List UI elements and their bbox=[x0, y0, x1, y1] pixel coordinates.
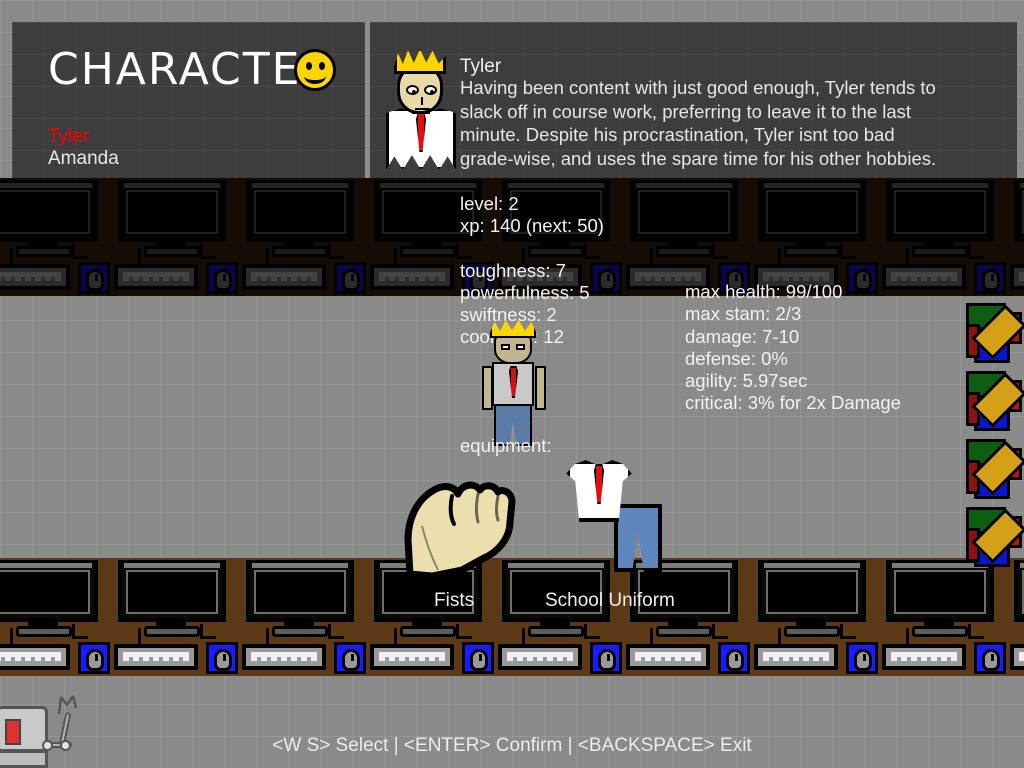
mouse-icon bbox=[470, 649, 488, 671]
mouse-icon bbox=[342, 649, 360, 671]
mousepad bbox=[590, 642, 622, 674]
page-title: CHARACTER bbox=[48, 44, 334, 95]
stat-powerfulness: powerfulness: 5 bbox=[460, 281, 590, 303]
mouse-icon bbox=[982, 649, 1000, 671]
monitor-base bbox=[144, 626, 200, 637]
mouse-icon bbox=[86, 269, 104, 291]
monitor-icon bbox=[246, 180, 354, 242]
stat-max-health: max health: 99/100 bbox=[685, 281, 843, 302]
monitor-base bbox=[400, 626, 456, 637]
keyboard-icon bbox=[498, 644, 582, 670]
smiley-face-icon bbox=[294, 49, 336, 91]
keyboard-icon bbox=[882, 644, 966, 670]
monitor-base bbox=[16, 626, 72, 637]
roster-item-amanda[interactable]: Amanda bbox=[48, 148, 119, 170]
stat-critical: critical: 3% for 2x Damage bbox=[685, 392, 901, 414]
keyboard-icon bbox=[1010, 644, 1024, 670]
monitor-base bbox=[784, 626, 840, 637]
computer-desk bbox=[1004, 558, 1024, 676]
mousepad bbox=[206, 262, 238, 294]
game-screen: CHARACTER Tyler Amanda Tyler Having been… bbox=[0, 0, 1024, 768]
keyboard-icon bbox=[370, 644, 454, 670]
tyler-portrait bbox=[386, 48, 456, 172]
stat-damage: damage: 7-10 bbox=[685, 325, 800, 347]
mouse-icon bbox=[342, 269, 360, 291]
mousepad bbox=[718, 642, 750, 674]
character-description: Having been content with just good enoug… bbox=[460, 77, 937, 169]
monitor-base bbox=[528, 626, 584, 637]
mousepad bbox=[78, 262, 110, 294]
mousepad bbox=[206, 642, 238, 674]
monitor-icon bbox=[0, 180, 98, 242]
computer-desk bbox=[108, 558, 238, 676]
computer-desk bbox=[108, 178, 238, 296]
monitor-base bbox=[16, 246, 72, 257]
mouse-icon bbox=[214, 269, 232, 291]
stat-agility: agility: 5.97sec bbox=[685, 370, 808, 392]
stat-defense: defense: 0% bbox=[685, 347, 788, 369]
computer-desk bbox=[236, 178, 366, 296]
controls-hint: <W S> Select | <ENTER> Confirm | <BACKSP… bbox=[272, 735, 752, 756]
mousepad bbox=[846, 642, 878, 674]
monitor-icon bbox=[118, 560, 226, 622]
mouse-icon bbox=[598, 649, 616, 671]
mouse-icon bbox=[726, 649, 744, 671]
monitor-base bbox=[912, 626, 968, 637]
robot-claw-icon bbox=[57, 695, 78, 715]
monitor-icon bbox=[118, 180, 226, 242]
computer-desk bbox=[0, 558, 110, 676]
mouse-icon bbox=[86, 649, 104, 671]
stat-xp: xp: 140 (next: 50) bbox=[460, 215, 604, 237]
keyboard-icon bbox=[0, 264, 70, 290]
monitor-icon bbox=[0, 560, 98, 622]
monitor-icon bbox=[758, 560, 866, 622]
character-name: Tyler bbox=[460, 56, 502, 77]
equipment-slot-armor-name[interactable]: School Uniform bbox=[545, 590, 675, 612]
keyboard-icon bbox=[114, 264, 198, 290]
keyboard-icon bbox=[754, 644, 838, 670]
mousepad bbox=[462, 642, 494, 674]
fist-icon[interactable] bbox=[392, 466, 520, 576]
computer-desk bbox=[620, 558, 750, 676]
stats-column-right: max health: 99/100 max stam: 2/3 damage:… bbox=[685, 281, 901, 415]
keyboard-icon bbox=[242, 264, 326, 290]
mousepad bbox=[78, 642, 110, 674]
monitor-icon bbox=[246, 560, 354, 622]
monitor-base bbox=[656, 626, 712, 637]
stat-toughness: toughness: 7 bbox=[460, 259, 566, 281]
computer-desk bbox=[876, 558, 1006, 676]
computer-desk bbox=[0, 178, 110, 296]
stat-max-stam: max stam: 2/3 bbox=[685, 303, 802, 325]
school-uniform-icon[interactable] bbox=[566, 460, 676, 572]
mouse-icon bbox=[854, 649, 872, 671]
computer-desk bbox=[748, 558, 878, 676]
computer-desk bbox=[236, 558, 366, 676]
keyboard-icon bbox=[242, 644, 326, 670]
roster-item-tyler[interactable]: Tyler bbox=[48, 126, 119, 148]
tyler-sprite bbox=[478, 318, 552, 446]
stat-level: level: 2 bbox=[460, 193, 519, 214]
mousepad bbox=[974, 642, 1006, 674]
monitor-base bbox=[272, 626, 328, 637]
mouse-icon bbox=[214, 649, 232, 671]
monitor-base bbox=[272, 246, 328, 257]
equipment-label: equipment: bbox=[460, 435, 552, 456]
keyboard-icon bbox=[626, 644, 710, 670]
equipment-slot-weapon-name[interactable]: Fists bbox=[434, 590, 474, 612]
monitor-base bbox=[144, 246, 200, 257]
panel-divider bbox=[365, 22, 370, 178]
mousepad bbox=[334, 262, 366, 294]
character-roster: Tyler Amanda bbox=[48, 126, 119, 170]
mousepad bbox=[334, 642, 366, 674]
keyboard-icon bbox=[114, 644, 198, 670]
keyboard-icon bbox=[0, 644, 70, 670]
